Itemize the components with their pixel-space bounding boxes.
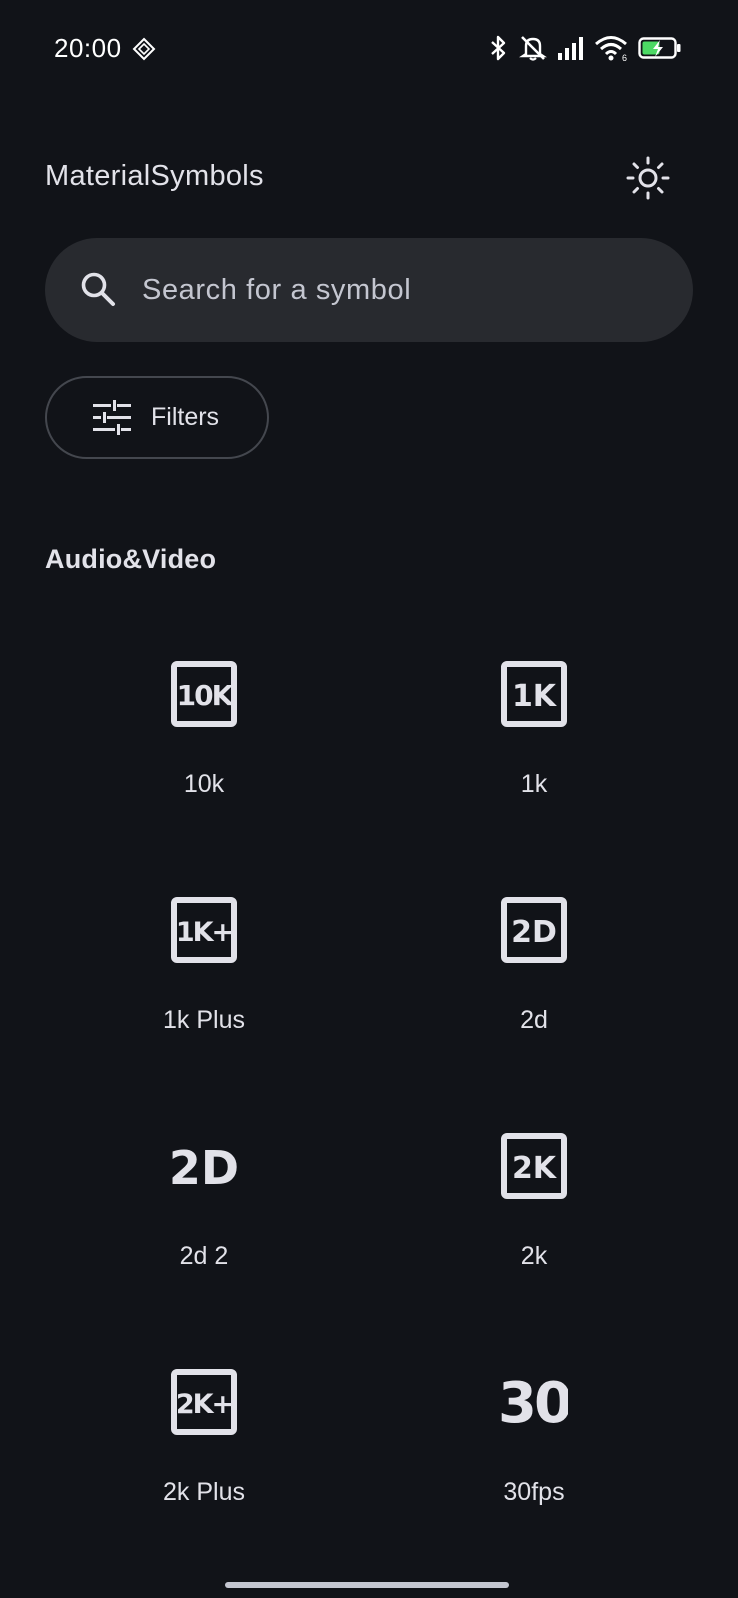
symbol-item-30fps[interactable]: 30 30fps bbox=[424, 1308, 644, 1508]
theme-toggle-button[interactable] bbox=[624, 156, 672, 204]
symbol-item-2d-2[interactable]: 2D 2d 2 bbox=[94, 1072, 314, 1272]
status-bar: 20:00 6 bbox=[0, 0, 738, 100]
symbol-item-10k[interactable]: 10K 10k bbox=[94, 600, 314, 800]
battery-charging-icon bbox=[638, 36, 682, 60]
diamond-icon bbox=[132, 37, 156, 61]
svg-text:2D: 2D bbox=[170, 1141, 238, 1195]
home-indicator[interactable] bbox=[225, 1582, 509, 1588]
search-icon bbox=[78, 269, 118, 309]
status-icons: 6 bbox=[486, 34, 682, 62]
1k-plus-icon: 1K+ bbox=[170, 896, 238, 964]
symbol-item-2d[interactable]: 2D 2d bbox=[424, 836, 644, 1036]
section-title: Audio&Video bbox=[45, 544, 217, 574]
symbol-label: 1k bbox=[520, 770, 548, 798]
svg-text:1K+: 1K+ bbox=[176, 917, 232, 948]
symbol-label: 2k Plus bbox=[163, 1478, 245, 1506]
app-title: MaterialSymbols bbox=[45, 160, 264, 192]
filters-button[interactable]: Filters bbox=[45, 376, 269, 459]
search-input[interactable] bbox=[142, 268, 662, 312]
status-time: 20:00 bbox=[54, 33, 122, 63]
symbol-item-1k-plus[interactable]: 1K+ 1k Plus bbox=[94, 836, 314, 1036]
symbol-item-1k[interactable]: 1K 1k bbox=[424, 600, 644, 800]
2k-icon: 2K bbox=[500, 1132, 568, 1200]
1k-icon: 1K bbox=[500, 660, 568, 728]
svg-text:2D: 2D bbox=[511, 915, 557, 950]
svg-text:30: 30 bbox=[500, 1371, 568, 1436]
tune-icon bbox=[93, 400, 131, 436]
svg-text:6: 6 bbox=[622, 53, 627, 62]
symbol-label: 2d 2 bbox=[179, 1242, 229, 1270]
svg-text:2K+: 2K+ bbox=[176, 1389, 232, 1420]
30fps-icon: 30 bbox=[500, 1368, 568, 1436]
2k-plus-icon: 2K+ bbox=[170, 1368, 238, 1436]
sun-icon bbox=[626, 156, 670, 205]
svg-text:1K: 1K bbox=[512, 679, 558, 714]
symbol-label: 30fps bbox=[503, 1478, 565, 1506]
2d-2-icon: 2D bbox=[170, 1132, 238, 1200]
symbol-label: 2d bbox=[520, 1006, 548, 1034]
svg-text:10K: 10K bbox=[177, 679, 235, 712]
signal-icon bbox=[556, 35, 586, 61]
symbol-label: 10k bbox=[183, 770, 225, 798]
muted-bell-icon bbox=[518, 34, 548, 62]
bluetooth-icon bbox=[486, 34, 510, 62]
symbol-item-2k[interactable]: 2K 2k bbox=[424, 1072, 644, 1272]
svg-text:2K: 2K bbox=[512, 1151, 558, 1186]
symbol-label: 2k bbox=[520, 1242, 548, 1270]
symbol-label: 1k Plus bbox=[163, 1006, 245, 1034]
filters-label: Filters bbox=[151, 403, 220, 431]
10k-icon: 10K bbox=[170, 660, 238, 728]
wifi-icon: 6 bbox=[594, 34, 630, 62]
2d-icon: 2D bbox=[500, 896, 568, 964]
symbol-item-2k-plus[interactable]: 2K+ 2k Plus bbox=[94, 1308, 314, 1508]
